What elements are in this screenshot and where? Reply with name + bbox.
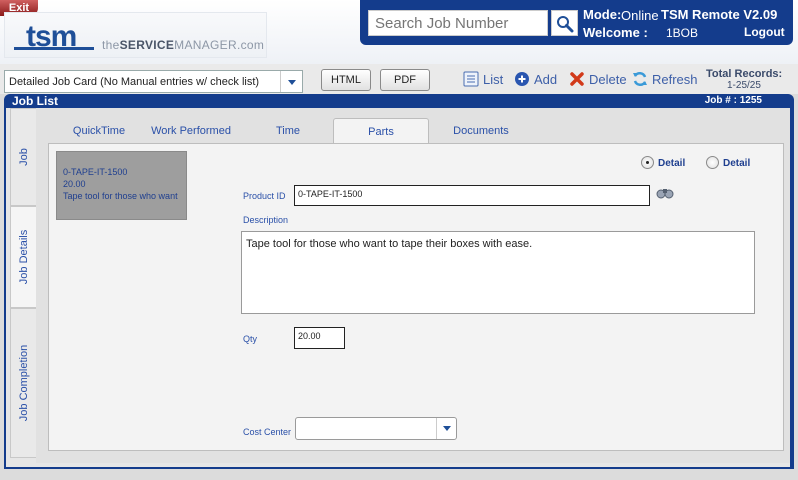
list-icon bbox=[463, 71, 479, 87]
cost-center-label: Cost Center bbox=[243, 427, 292, 437]
detail-radio-2[interactable]: Detail bbox=[706, 156, 750, 169]
cost-center-select[interactable] bbox=[295, 417, 457, 440]
main-inner: Job Job Details Job Completion QuickTime… bbox=[6, 108, 790, 467]
preview-qty: 20.00 bbox=[63, 179, 86, 189]
logo-sub-bold: SERVICE bbox=[119, 38, 175, 52]
tab-time[interactable]: Time bbox=[258, 118, 318, 144]
side-tab-job-details-label: Job Details bbox=[17, 229, 30, 285]
delete-icon bbox=[570, 72, 584, 86]
tab-parts[interactable]: Parts bbox=[333, 118, 429, 144]
description-label: Description bbox=[243, 215, 289, 225]
chevron-down-icon[interactable] bbox=[280, 71, 302, 92]
detail-radio-2-label: Detail bbox=[723, 158, 751, 169]
total-records-label: Total Records: bbox=[706, 68, 783, 80]
side-tab-job-completion-label: Job Completion bbox=[17, 344, 30, 422]
app-header: Exit tsm theSERVICEMANAGER.com Mode: Onl… bbox=[0, 0, 798, 64]
chevron-down-icon[interactable] bbox=[436, 418, 456, 439]
detail-radio-1-label: Detail bbox=[658, 158, 686, 169]
side-tab-job-completion[interactable]: Job Completion bbox=[10, 308, 37, 458]
mode-label: Mode: bbox=[583, 7, 622, 22]
list-button[interactable]: List bbox=[463, 71, 503, 89]
tab-documents[interactable]: Documents bbox=[441, 118, 521, 144]
logo-sub-prefix: the bbox=[102, 38, 120, 52]
logo-sub-suffix: MANAGER.com bbox=[174, 38, 265, 52]
logout-link[interactable]: Logout bbox=[744, 25, 785, 39]
list-label: List bbox=[483, 72, 504, 87]
product-id-label: Product ID bbox=[243, 191, 286, 201]
preview-description: Tape tool for those who want to tape the… bbox=[63, 191, 180, 201]
logo-subtitle: theSERVICEMANAGER.com bbox=[102, 38, 264, 52]
remote-panel: Mode: Online TSM Remote V2.09 Welcome : … bbox=[360, 0, 793, 45]
description-field[interactable]: Tape tool for those who want to tape the… bbox=[241, 231, 755, 314]
app-version: TSM Remote V2.09 bbox=[661, 7, 778, 22]
binoculars-icon[interactable] bbox=[656, 186, 674, 200]
add-label: Add bbox=[534, 72, 558, 87]
pdf-button[interactable]: PDF bbox=[380, 69, 430, 91]
welcome-label: Welcome : bbox=[583, 25, 648, 40]
toolbar: Detailed Job Card (No Manual entries w/ … bbox=[0, 64, 798, 94]
welcome-user: 1BOB bbox=[666, 26, 699, 40]
search-button[interactable] bbox=[551, 10, 578, 36]
total-records-value: 1-25/25 bbox=[727, 80, 761, 91]
logo-underline bbox=[14, 47, 94, 50]
side-tab-job-details[interactable]: Job Details bbox=[10, 206, 37, 308]
radio-selected-icon bbox=[641, 156, 654, 169]
search-icon bbox=[557, 16, 574, 33]
main-frame: Job Job Details Job Completion QuickTime… bbox=[4, 108, 794, 469]
report-type-select[interactable]: Detailed Job Card (No Manual entries w/ … bbox=[4, 70, 303, 93]
refresh-button[interactable]: Refresh bbox=[632, 71, 698, 89]
qty-field[interactable]: 20.00 bbox=[294, 327, 345, 349]
add-icon bbox=[515, 72, 529, 86]
delete-label: Delete bbox=[589, 72, 627, 87]
product-id-field[interactable]: 0-TAPE-IT-1500 bbox=[294, 185, 650, 206]
part-preview[interactable]: 0-TAPE-IT-1500 20.00 Tape tool for those… bbox=[56, 151, 187, 220]
tab-work-performed[interactable]: Work Performed bbox=[144, 118, 238, 144]
qty-label: Qty bbox=[243, 334, 258, 344]
side-tab-job-label: Job bbox=[17, 148, 30, 166]
parts-panel: 0-TAPE-IT-1500 20.00 Tape tool for those… bbox=[48, 143, 784, 451]
add-button[interactable]: Add bbox=[514, 71, 557, 89]
content-area: QuickTime Work Performed Time Parts Docu… bbox=[36, 108, 790, 463]
delete-button[interactable]: Delete bbox=[569, 71, 627, 89]
radio-empty-icon bbox=[706, 156, 719, 169]
tab-quicktime[interactable]: QuickTime bbox=[58, 118, 140, 144]
job-list-bar: Job List Job # : 1255 bbox=[4, 94, 794, 108]
refresh-label: Refresh bbox=[652, 72, 698, 87]
refresh-icon bbox=[633, 71, 647, 87]
report-type-value: Detailed Job Card (No Manual entries w/ … bbox=[9, 76, 260, 88]
html-button[interactable]: HTML bbox=[321, 69, 371, 91]
detail-radio-1[interactable]: Detail bbox=[641, 156, 685, 169]
mode-value: Online bbox=[621, 8, 659, 23]
preview-product-id: 0-TAPE-IT-1500 bbox=[63, 167, 128, 177]
job-list-title: Job List bbox=[12, 94, 59, 108]
search-job-input[interactable] bbox=[368, 10, 548, 36]
job-number: Job # : 1255 bbox=[704, 95, 762, 106]
side-tab-job[interactable]: Job bbox=[10, 108, 37, 206]
